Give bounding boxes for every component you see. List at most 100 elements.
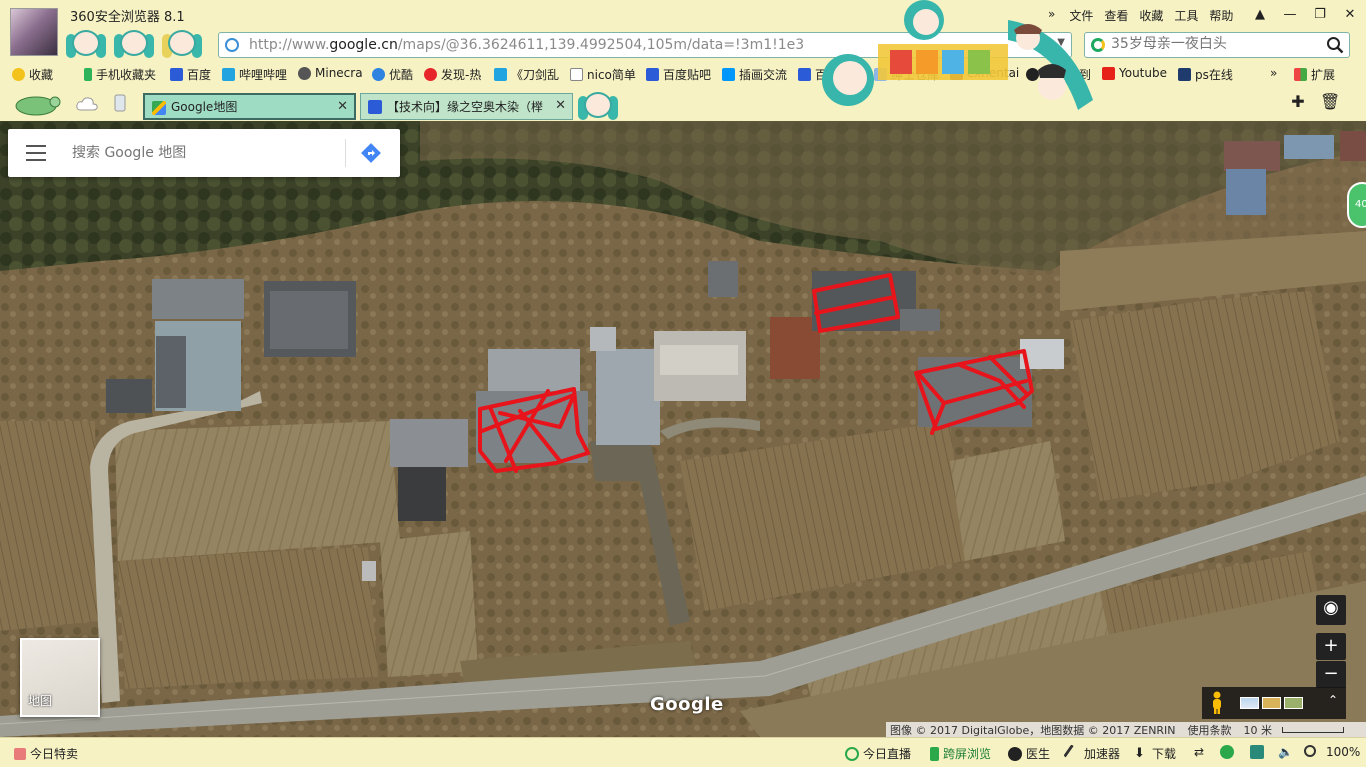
map-attribution: 图像 © 2017 DigitalGlobe，地图数据 © 2017 ZENRI…: [886, 722, 1366, 737]
bookmark-item[interactable]: Minecra: [298, 66, 363, 80]
status-accelerator[interactable]: 加速器: [1063, 743, 1120, 764]
bookmark-item[interactable]: nico简单: [570, 66, 636, 83]
tab-bilibili[interactable]: 【技术向】缘之空奥木染（榉 ✕: [360, 93, 573, 120]
eh-icon: [950, 66, 963, 80]
search-input[interactable]: [1111, 36, 1321, 52]
menu-view[interactable]: 查看: [1104, 7, 1128, 24]
phone-icon[interactable]: [114, 94, 126, 112]
screenshot-icon[interactable]: [1250, 745, 1268, 759]
browser-window: 360安全浏览器 8.1 » 文件 查看 收藏 工具 帮助 ▲ — ❐ ✕ ht…: [0, 0, 1366, 767]
page-icon: [570, 68, 583, 81]
refresh-icon[interactable]: [1220, 745, 1238, 759]
status-live[interactable]: 今日直播: [845, 745, 911, 762]
bookmark-item[interactable]: 欢迎来到: [1026, 66, 1091, 83]
bookmark-item[interactable]: exhentai: [950, 66, 1019, 80]
map-search-box[interactable]: [8, 129, 400, 177]
play-icon: [845, 746, 859, 761]
new-tab-mascot-icon[interactable]: [578, 88, 618, 122]
my-location-icon[interactable]: ◉: [1316, 595, 1346, 625]
directions-icon[interactable]: [360, 142, 382, 164]
menu-favorites[interactable]: 收藏: [1139, 7, 1163, 24]
extensions-button[interactable]: 扩展: [1294, 66, 1335, 83]
bookmark-item[interactable]: 插画交流: [722, 66, 787, 83]
skin-mascot-icon: [66, 26, 106, 60]
bookmark-item[interactable]: 发现-热: [424, 66, 481, 83]
cloud-icon[interactable]: [76, 96, 98, 112]
daily-deals-button[interactable]: 今日特卖: [14, 745, 78, 762]
tab-bar: Google地图 ✕ 【技术向】缘之空奥木染（榉 ✕ ✚ 🗑: [0, 86, 1366, 121]
zoom-level[interactable]: 100%: [1326, 745, 1360, 759]
map-controls: ◉ + −: [1316, 595, 1346, 689]
satellite-map[interactable]: 地图 Google ◉ + − ⌃ 图像 © 2017 DigitalGlobe…: [0, 121, 1366, 737]
imagery-thumb-icon[interactable]: [1284, 697, 1303, 709]
trash-icon[interactable]: 🗑: [1320, 94, 1340, 110]
star-icon: [12, 68, 25, 81]
chevron-down-icon[interactable]: ▼: [1057, 37, 1065, 48]
bookmark-item[interactable]: 百度贴吧: [646, 66, 711, 83]
more-icon[interactable]: »: [1048, 7, 1055, 24]
google-logo: Google: [650, 694, 724, 715]
zoom-out-button[interactable]: −: [1316, 661, 1346, 688]
address-bar[interactable]: http://www.google.cn/maps/@36.3624611,13…: [218, 32, 1072, 58]
bookmark-item[interactable]: 百度翻译: [798, 66, 863, 83]
phone-icon: [84, 68, 92, 81]
restore-button[interactable]: ❐: [1308, 5, 1332, 25]
edge-badge[interactable]: 40: [1347, 182, 1366, 228]
menu-icon[interactable]: [26, 145, 46, 161]
bookmark-item[interactable]: Youtube: [1102, 66, 1167, 80]
bookmark-item[interactable]: 手机收藏夹: [84, 66, 156, 83]
avatar[interactable]: [10, 8, 58, 56]
bookmark-item[interactable]: 绅士仓库: [874, 66, 939, 83]
skin-shirt-icon[interactable]: ▲: [1248, 5, 1272, 25]
youtube-icon: [1102, 66, 1115, 80]
volume-icon[interactable]: 🔈: [1278, 745, 1293, 759]
share-icon[interactable]: ⇄: [1194, 745, 1204, 759]
zoom-icon[interactable]: [1304, 745, 1320, 757]
rocket-icon: [1063, 743, 1083, 764]
satellite-imagery[interactable]: [0, 121, 1366, 737]
search-box[interactable]: [1084, 32, 1350, 58]
layer-switcher[interactable]: 地图: [20, 638, 100, 717]
status-doctor[interactable]: 医生: [1008, 745, 1050, 762]
bookmark-item[interactable]: 百度: [170, 66, 211, 83]
bookmark-item[interactable]: 优酷: [372, 66, 413, 83]
site-info-icon[interactable]: [225, 38, 239, 52]
menu-help[interactable]: 帮助: [1209, 7, 1233, 24]
close-button[interactable]: ✕: [1338, 5, 1362, 25]
more-bookmarks-icon[interactable]: »: [1270, 66, 1277, 80]
chevron-up-icon[interactable]: ⌃: [1328, 693, 1338, 707]
bilibili-icon: [222, 68, 235, 81]
bookmark-item[interactable]: ps在线: [1178, 66, 1233, 83]
youku-icon: [372, 68, 385, 81]
menu-file[interactable]: 文件: [1069, 7, 1093, 24]
close-tab-icon[interactable]: ✕: [555, 98, 566, 113]
minecraft-icon: [298, 66, 311, 80]
add-icon[interactable]: ✚: [1290, 94, 1306, 110]
extension-icon: [1294, 68, 1307, 81]
menu-tools[interactable]: 工具: [1174, 7, 1198, 24]
close-tab-icon[interactable]: ✕: [337, 99, 348, 114]
terms-link[interactable]: 使用条款: [1188, 722, 1232, 737]
status-cross-screen[interactable]: 跨屏浏览: [930, 745, 991, 762]
ps-icon: [1178, 68, 1191, 81]
image-icon: [874, 68, 887, 81]
search-engine-icon[interactable]: [1091, 38, 1105, 52]
tab-tools: ✚ 🗑: [1290, 94, 1340, 110]
bookmark-favorites[interactable]: 收藏: [12, 66, 53, 83]
turtle-icon[interactable]: [10, 92, 62, 116]
baidu-paw-icon: [646, 68, 659, 81]
status-download[interactable]: ⬇ 下载: [1134, 745, 1176, 762]
map-search-input[interactable]: [72, 141, 342, 165]
bookmark-item[interactable]: 《刀剑乱: [494, 66, 559, 83]
imagery-thumb-icon[interactable]: [1262, 697, 1281, 709]
zoom-in-button[interactable]: +: [1316, 633, 1346, 660]
phone-icon: [930, 746, 939, 761]
search-icon[interactable]: [1326, 36, 1344, 54]
minimize-button[interactable]: —: [1278, 5, 1302, 25]
pegman-icon[interactable]: [1210, 691, 1224, 715]
url-text[interactable]: http://www.google.cn/maps/@36.3624611,13…: [249, 37, 829, 53]
imagery-thumb-icon[interactable]: [1240, 697, 1259, 709]
tab-google-maps[interactable]: Google地图 ✕: [143, 93, 356, 120]
scale-label[interactable]: 10 米: [1244, 722, 1273, 737]
bookmark-item[interactable]: 哔哩哔哩: [222, 66, 287, 83]
